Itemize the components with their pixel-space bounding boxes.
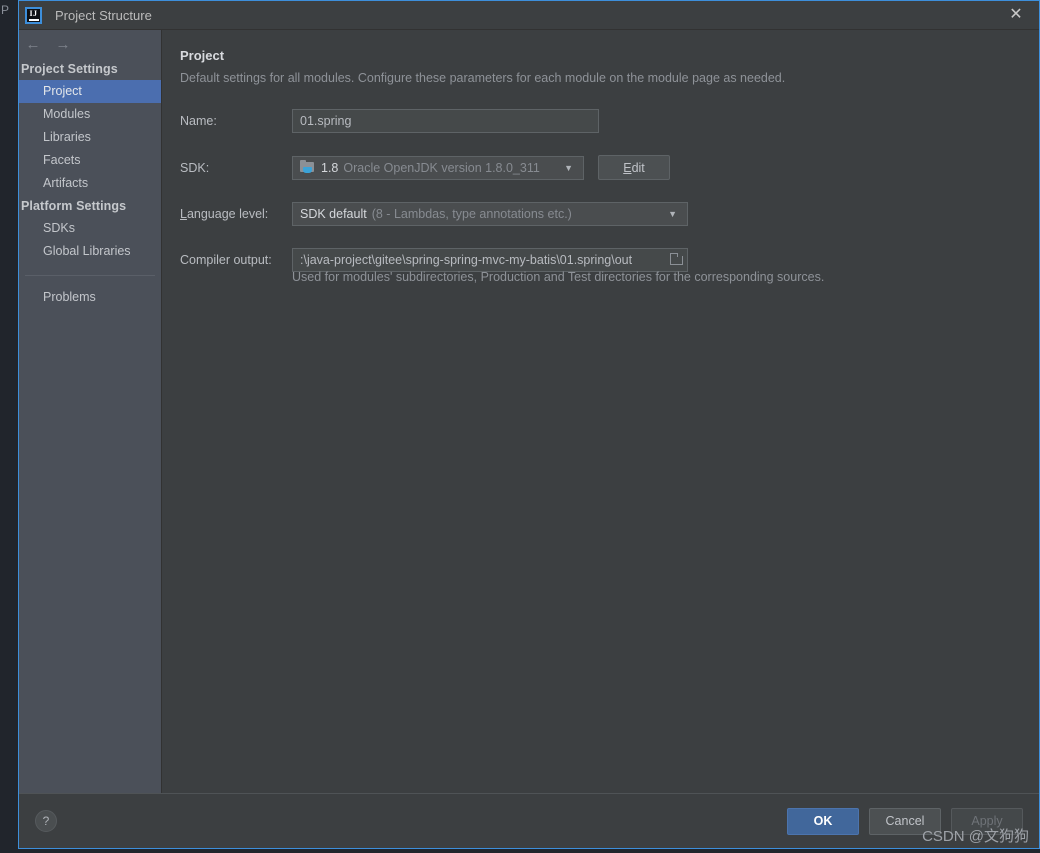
sidebar-item-global-libraries[interactable]: Global Libraries	[19, 240, 161, 263]
sdk-description: Oracle OpenJDK version 1.8.0_311	[343, 160, 540, 175]
language-level-value: SDK default	[300, 207, 367, 221]
ok-button[interactable]: OK	[787, 807, 859, 835]
folder-browse-icon[interactable]	[669, 252, 685, 267]
settings-sidebar: ← → Project Settings Project Modules Lib…	[19, 30, 162, 793]
project-name-input[interactable]: 01.spring	[292, 109, 599, 133]
sidebar-item-libraries[interactable]: Libraries	[19, 126, 161, 149]
sdk-version: 1.8	[321, 160, 339, 175]
help-button[interactable]: ?	[35, 810, 57, 832]
dialog-body: ← → Project Settings Project Modules Lib…	[19, 30, 1039, 793]
page-description: Default settings for all modules. Config…	[180, 71, 786, 85]
chevron-down-icon: ▼	[564, 162, 573, 173]
apply-button: Apply	[951, 807, 1023, 835]
back-arrow-icon[interactable]: ←	[25, 37, 41, 52]
desktop-background: P IJ Project Structure ✕ ← → Project Set…	[0, 0, 1040, 853]
compiler-output-label: Compiler output:	[180, 253, 272, 267]
sidebar-item-project[interactable]: Project	[19, 80, 161, 103]
settings-main-panel: Project Default settings for all modules…	[162, 30, 1039, 793]
compiler-output-input[interactable]: :\java-project\gitee\spring-spring-mvc-m…	[292, 248, 688, 272]
page-title: Project	[180, 48, 225, 63]
project-name-value: 01.spring	[300, 114, 352, 128]
sdk-label: SDK:	[180, 160, 210, 175]
name-field-row: Name: 01.spring	[180, 109, 1039, 133]
sidebar-item-facets[interactable]: Facets	[19, 149, 161, 172]
chevron-down-icon: ▼	[668, 209, 677, 219]
language-level-field-row: Language level: SDK default (8 - Lambdas…	[180, 202, 1039, 226]
name-label: Name:	[180, 114, 217, 128]
language-level-detail: (8 - Lambdas, type annotations etc.)	[371, 207, 572, 221]
intellij-idea-icon: IJ	[25, 6, 42, 24]
dialog-footer: ? OK Cancel Apply CSDN @文狗狗	[19, 793, 1039, 848]
project-structure-dialog: IJ Project Structure ✕ ← → Project Setti…	[18, 0, 1040, 849]
sdk-field-row: SDK: 1.8 Oracle OpenJDK version 1.8.0_31…	[180, 155, 1039, 180]
dialog-title: Project Structure	[55, 7, 152, 23]
language-level-dropdown[interactable]: SDK default (8 - Lambdas, type annotatio…	[292, 202, 688, 226]
edit-button-label: dit	[631, 160, 645, 175]
jdk-folder-icon	[300, 160, 315, 174]
sidebar-divider	[25, 275, 155, 276]
sidebar-item-sdks[interactable]: SDKs	[19, 217, 161, 240]
sidebar-item-artifacts[interactable]: Artifacts	[19, 172, 161, 195]
sidebar-group-project-settings: Project Settings	[21, 62, 118, 76]
sidebar-group-platform-settings: Platform Settings	[21, 199, 127, 213]
compiler-output-value: :\java-project\gitee\spring-spring-mvc-m…	[300, 253, 633, 267]
edit-button-mnemonic: E	[623, 160, 632, 175]
sdk-dropdown[interactable]: 1.8 Oracle OpenJDK version 1.8.0_311 ▼	[292, 155, 584, 180]
close-icon[interactable]: ✕	[993, 1, 1039, 29]
background-strip-left	[0, 0, 18, 853]
dialog-titlebar: IJ Project Structure ✕	[19, 1, 1039, 30]
edit-sdk-button[interactable]: Edit	[598, 155, 670, 180]
sidebar-navigation: ← →	[19, 30, 161, 58]
cancel-button[interactable]: Cancel	[869, 807, 941, 835]
background-text: P	[1, 3, 10, 17]
forward-arrow-icon[interactable]: →	[55, 37, 71, 52]
footer-button-group: OK Cancel Apply	[787, 807, 1023, 835]
language-level-label: Language level:	[180, 207, 269, 221]
compiler-output-hint: Used for modules' subdirectories, Produc…	[292, 270, 825, 284]
sidebar-item-problems[interactable]: Problems	[19, 286, 161, 309]
sidebar-item-modules[interactable]: Modules	[19, 103, 161, 126]
compiler-output-field-row: Compiler output: :\java-project\gitee\sp…	[180, 248, 1039, 272]
